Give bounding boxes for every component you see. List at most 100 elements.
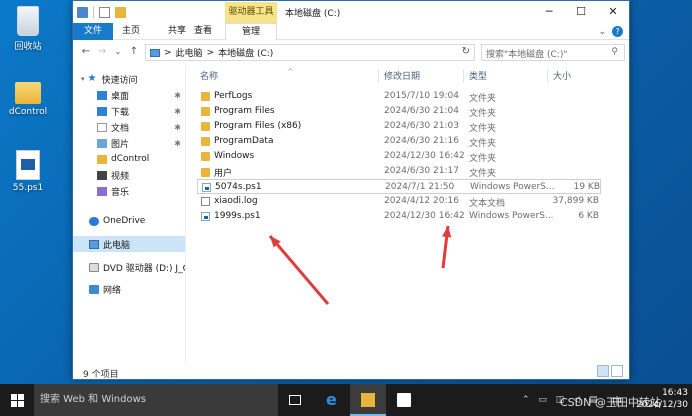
sidebar-item-desktop[interactable]: 桌面 ✱ (73, 87, 185, 103)
item-count: 9 个项目 (83, 370, 119, 380)
tab-manage[interactable]: 管理 (225, 23, 277, 40)
file-row[interactable]: 1999s.ps1 2024/12/30 16:42 Windows PowerS.… (197, 209, 601, 224)
maximize-button[interactable]: ☐ (565, 1, 597, 23)
file-name: Windows (214, 151, 255, 161)
file-row[interactable]: ProgramData 2024/6/30 21:16 文件夹 (197, 134, 601, 149)
file-row[interactable]: 用户 2024/6/30 21:17 文件夹 (197, 164, 601, 179)
column-header-name[interactable]: ^ 名称 (195, 67, 377, 83)
tab-home[interactable]: 主页 (117, 23, 145, 40)
download-icon (97, 106, 107, 116)
file-name: xiaodi.log (214, 196, 258, 206)
sidebar-item-music[interactable]: 音乐 (73, 183, 185, 199)
file-type: 文件夹 (469, 154, 497, 164)
desktop-icon-label: 回收站 (14, 42, 42, 52)
sidebar-item-label: 此电脑 (103, 240, 131, 251)
sidebar-item-videos[interactable]: 视频 (73, 167, 185, 183)
sidebar-item-label: dControl (111, 154, 150, 164)
desktop-icon-dcontrol[interactable]: dControl (4, 76, 52, 117)
address-bar[interactable]: > 此电脑 > 本地磁盘 (C:) ↻ (145, 44, 475, 61)
desktop-icon-recycle-bin[interactable]: 回收站 (4, 6, 52, 52)
file-type: 文件夹 (469, 94, 497, 104)
breadcrumb-separator: > (164, 47, 172, 58)
help-icon[interactable]: ? (612, 26, 623, 37)
file-name: 用户 (214, 169, 233, 179)
breadcrumb-local-disk[interactable]: 本地磁盘 (C:) (218, 46, 273, 59)
sidebar-item-documents[interactable]: 文档 ✱ (73, 119, 185, 135)
file-date: 2024/12/30 16:42 (384, 211, 465, 221)
minimize-button[interactable]: ─ (533, 1, 565, 23)
breadcrumb-this-pc[interactable]: 此电脑 (176, 46, 203, 59)
column-header-type[interactable]: 类型 (463, 69, 547, 83)
file-type: 文件夹 (469, 109, 497, 119)
sidebar-item-downloads[interactable]: 下载 ✱ (73, 103, 185, 119)
tab-view[interactable]: 查看 (189, 23, 217, 40)
folder-icon (201, 91, 210, 101)
sidebar-item-label: 文档 (111, 123, 130, 134)
edge-icon: e (326, 390, 337, 409)
edge-button[interactable]: e (314, 384, 350, 416)
sidebar-item-label: 桌面 (111, 91, 130, 102)
large-icons-view-button[interactable] (611, 365, 623, 377)
sidebar-item-network[interactable]: 网络 (73, 281, 185, 297)
watermark: CSDN @玉田中转站 (560, 396, 661, 409)
file-row[interactable]: PerfLogs 2015/7/10 19:04 文件夹 (197, 89, 601, 104)
file-date: 2024/12/30 16:42 (384, 151, 465, 161)
column-header-size[interactable]: 大小 (547, 69, 601, 83)
task-view-button[interactable] (278, 384, 314, 416)
search-placeholder: 搜索"本地磁盘 (C:)" (486, 50, 568, 60)
powershell-file-icon (202, 182, 211, 192)
file-date: 2024/7/1 21:50 (385, 182, 455, 192)
file-type: 文本文档 (469, 199, 506, 209)
powershell-file-icon (201, 211, 210, 221)
file-row[interactable]: Program Files (x86) 2024/6/30 21:03 文件夹 (197, 119, 601, 134)
properties-icon[interactable] (99, 6, 110, 18)
ribbon-expand-icon[interactable]: ⌄ (598, 27, 606, 37)
taskbar-search[interactable]: 搜索 Web 和 Windows (34, 384, 278, 416)
file-explorer-button[interactable] (350, 384, 386, 416)
folder-icon (201, 106, 210, 116)
sidebar-item-this-pc[interactable]: 此电脑 (73, 236, 185, 252)
file-name: Program Files (x86) (214, 121, 302, 131)
start-button[interactable] (0, 384, 34, 416)
tab-file[interactable]: 文件 (73, 23, 113, 40)
text-file-icon (201, 196, 210, 206)
sidebar-item-label: 下载 (111, 107, 130, 118)
file-row[interactable]: Windows 2024/12/30 16:42 文件夹 (197, 149, 601, 164)
file-row[interactable]: Program Files 2024/6/30 21:04 文件夹 (197, 104, 601, 119)
refresh-icon[interactable]: ↻ (462, 46, 470, 57)
sidebar-item-label: 快速访问 (101, 75, 138, 86)
sidebar-item-onedrive[interactable]: OneDrive (73, 213, 185, 229)
folder-icon (201, 168, 210, 177)
file-date: 2024/4/12 20:16 (384, 196, 459, 206)
quick-access-toolbar (77, 6, 126, 18)
sidebar-item-label: 视频 (111, 171, 130, 182)
up-button[interactable]: ↑ (127, 44, 141, 60)
close-button[interactable]: ✕ (597, 1, 629, 23)
desktop-icon-ps1[interactable]: 55.ps1 (4, 150, 52, 193)
file-type: 文件夹 (469, 124, 497, 134)
file-row[interactable]: 5074s.ps1 2024/7/1 21:50 Windows PowerS...… (197, 179, 601, 194)
details-view-button[interactable] (597, 365, 609, 377)
search-box[interactable]: 搜索"本地磁盘 (C:)" ⚲ (481, 44, 625, 61)
sidebar-item-quick-access[interactable]: ▾ ★ 快速访问 (73, 71, 185, 87)
column-header-date[interactable]: 修改日期 (378, 69, 464, 83)
dvd-drive-icon (89, 262, 99, 272)
store-icon (397, 393, 411, 407)
new-folder-icon[interactable] (115, 6, 126, 18)
file-type: Windows PowerS... (470, 182, 554, 192)
recent-locations-button[interactable]: ⌄ (111, 44, 125, 60)
back-button[interactable]: ← (79, 44, 93, 60)
sidebar-item-pictures[interactable]: 图片 ✱ (73, 135, 185, 151)
forward-button[interactable]: → (95, 44, 109, 60)
tab-share[interactable]: 共享 (163, 23, 191, 40)
sidebar-item-dcontrol[interactable]: dControl (73, 151, 185, 167)
file-row[interactable]: xiaodi.log 2024/4/12 20:16 文本文档 37,899 KB (197, 194, 601, 209)
drive-tools-context-tab[interactable]: 驱动器工具 (225, 2, 277, 23)
navigation-pane-scrollbar[interactable] (185, 65, 186, 363)
sort-caret-icon: ^ (287, 67, 294, 76)
sidebar-item-dvd-drive[interactable]: DVD 驱动器 (D:) J_CC (73, 259, 185, 275)
this-pc-icon (150, 48, 160, 57)
pin-icon: ✱ (174, 90, 181, 100)
file-date: 2024/6/30 21:17 (384, 166, 459, 176)
store-button[interactable] (386, 384, 422, 416)
